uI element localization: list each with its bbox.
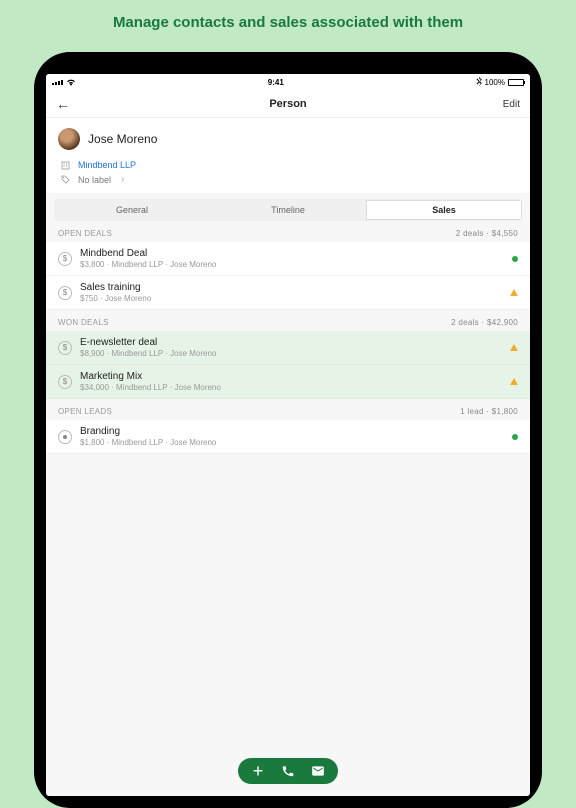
back-button[interactable]: ← bbox=[56, 97, 70, 111]
label-text: No label bbox=[78, 175, 111, 185]
deal-meta: $750 · Jose Moreno bbox=[80, 294, 502, 303]
deal-title: E-newsletter deal bbox=[80, 337, 502, 348]
section-title: WON DEALS bbox=[58, 318, 109, 327]
battery-icon bbox=[508, 79, 524, 86]
avatar[interactable] bbox=[58, 128, 80, 150]
bluetooth-icon bbox=[476, 77, 482, 88]
deal-meta: $1,800 · Mindbend LLP · Jose Moreno bbox=[80, 438, 504, 447]
cellular-signal-icon bbox=[52, 80, 63, 85]
email-button[interactable] bbox=[310, 763, 326, 779]
deal-dollar-icon: $ bbox=[58, 252, 72, 266]
tab-general[interactable]: General bbox=[54, 200, 210, 220]
label-row[interactable]: No label › bbox=[58, 172, 518, 187]
tag-icon bbox=[60, 175, 70, 184]
deal-row[interactable]: $ Marketing Mix $34,000 · Mindbend LLP ·… bbox=[46, 365, 530, 399]
person-header: Jose Moreno Mindbend LLP No label › bbox=[46, 118, 530, 193]
deal-meta: $34,000 · Mindbend LLP · Jose Moreno bbox=[80, 383, 502, 392]
section-summary: 1 lead · $1,800 bbox=[460, 407, 518, 416]
deal-dollar-icon: $ bbox=[58, 286, 72, 300]
deal-meta: $3,800 · Mindbend LLP · Jose Moreno bbox=[80, 260, 504, 269]
call-button[interactable] bbox=[280, 763, 296, 779]
deal-row[interactable]: Branding $1,800 · Mindbend LLP · Jose Mo… bbox=[46, 420, 530, 454]
deal-title: Branding bbox=[80, 426, 504, 437]
section-summary: 2 deals · $42,900 bbox=[451, 318, 518, 327]
nav-bar: ← Person Edit bbox=[46, 91, 530, 118]
building-icon bbox=[60, 161, 70, 170]
deal-meta: $8,900 · Mindbend LLP · Jose Moreno bbox=[80, 349, 502, 358]
deal-title: Mindbend Deal bbox=[80, 248, 504, 259]
deal-title: Marketing Mix bbox=[80, 371, 502, 382]
deal-dollar-icon: $ bbox=[58, 341, 72, 355]
deal-title: Sales training bbox=[80, 282, 502, 293]
section-won-deals: WON DEALS 2 deals · $42,900 bbox=[46, 310, 530, 331]
section-open-deals: OPEN DEALS 2 deals · $4,550 bbox=[46, 221, 530, 242]
deal-row[interactable]: $ E-newsletter deal $8,900 · Mindbend LL… bbox=[46, 331, 530, 365]
floating-action-bar: + bbox=[238, 758, 338, 784]
tablet-frame: 9:41 100% ← Person Edit Jose Moreno bbox=[34, 52, 542, 808]
tab-sales[interactable]: Sales bbox=[366, 200, 522, 220]
status-dot-green bbox=[512, 434, 518, 440]
person-name: Jose Moreno bbox=[88, 132, 157, 146]
status-time: 9:41 bbox=[268, 78, 284, 87]
section-title: OPEN LEADS bbox=[58, 407, 112, 416]
battery-percent: 100% bbox=[485, 78, 505, 87]
company-row[interactable]: Mindbend LLP bbox=[58, 158, 518, 172]
wifi-icon bbox=[66, 78, 76, 88]
status-bar: 9:41 100% bbox=[46, 74, 530, 91]
section-summary: 2 deals · $4,550 bbox=[456, 229, 518, 238]
promo-heading: Manage contacts and sales associated wit… bbox=[0, 0, 576, 45]
lead-icon bbox=[58, 430, 72, 444]
tab-timeline[interactable]: Timeline bbox=[210, 200, 366, 220]
status-triangle-yellow bbox=[510, 378, 518, 385]
status-dot-green bbox=[512, 256, 518, 262]
status-triangle-yellow bbox=[510, 344, 518, 351]
section-title: OPEN DEALS bbox=[58, 229, 112, 238]
deal-row[interactable]: $ Mindbend Deal $3,800 · Mindbend LLP · … bbox=[46, 242, 530, 276]
status-triangle-yellow bbox=[510, 289, 518, 296]
deal-row[interactable]: $ Sales training $750 · Jose Moreno bbox=[46, 276, 530, 310]
chevron-right-icon: › bbox=[121, 174, 124, 185]
section-open-leads: OPEN LEADS 1 lead · $1,800 bbox=[46, 399, 530, 420]
tab-bar: General Timeline Sales bbox=[54, 199, 522, 221]
page-title: Person bbox=[46, 98, 530, 110]
screen: 9:41 100% ← Person Edit Jose Moreno bbox=[46, 74, 530, 796]
tablet-screen-bezel: 9:41 100% ← Person Edit Jose Moreno bbox=[46, 74, 530, 796]
content-area: OPEN DEALS 2 deals · $4,550 $ Mindbend D… bbox=[46, 221, 530, 796]
add-button[interactable]: + bbox=[250, 763, 266, 779]
deal-dollar-icon: $ bbox=[58, 375, 72, 389]
edit-button[interactable]: Edit bbox=[503, 99, 520, 110]
company-link[interactable]: Mindbend LLP bbox=[78, 160, 136, 170]
